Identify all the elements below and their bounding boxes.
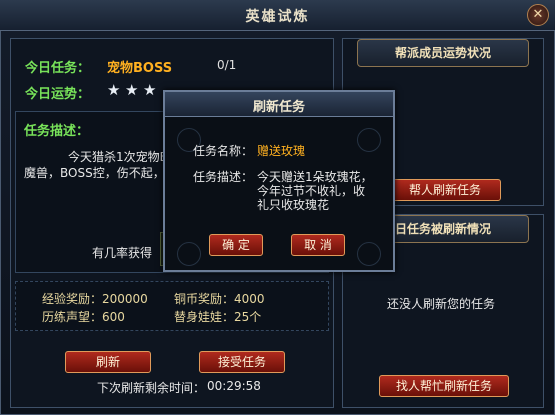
task-desc-label: 任务描述： <box>24 124 90 139</box>
dialog-name-label: 任务名称： <box>193 144 254 158</box>
today-luck-label: 今日运势： <box>25 87 91 102</box>
task-desc-line2: 魔兽，BOSS控，伤不起， <box>24 166 165 180</box>
find-help-button[interactable]: 找人帮忙刷新任务 <box>379 375 509 397</box>
chance-label: 有几率获得 <box>92 246 153 260</box>
star-icon: ★ <box>107 81 121 99</box>
refresh-task-dialog: 刷新任务 任务名称： 赠送玫瑰 任务描述： 今天赠送1朵玫瑰花， 今年过节不收礼… <box>163 90 395 272</box>
refresh-timer-label: 下次刷新剩余时间： <box>97 381 206 395</box>
dialog-title: 刷新任务 <box>252 100 305 115</box>
close-icon[interactable]: ✕ <box>527 4 549 26</box>
dialog-name-value: 赠送玫瑰 <box>257 144 306 158</box>
help-refresh-button[interactable]: 帮人刷新任务 <box>389 179 501 201</box>
star-icon: ★ <box>125 81 139 99</box>
dialog-cancel-button[interactable]: 取 消 <box>291 234 345 256</box>
today-task-label: 今日任务： <box>25 61 91 76</box>
today-task-value: 宠物BOSS <box>107 61 173 76</box>
dialog-header: 刷新任务 <box>165 92 393 117</box>
star-icon: ★ <box>143 81 157 99</box>
accept-task-button[interactable]: 接受任务 <box>199 351 285 373</box>
title-bar: 英雄试炼 ✕ <box>0 0 555 31</box>
window-title: 英雄试炼 <box>245 9 310 25</box>
dialog-desc-line3: 礼只收玫瑰花 <box>257 198 330 212</box>
refresh-button[interactable]: 刷新 <box>65 351 151 373</box>
cloud-ornament-icon <box>357 128 381 152</box>
rewards-box: 经验奖励：200000 铜币奖励：4000 历练声望：600 替身娃娃：25个 <box>15 281 329 331</box>
guild-luck-title: 帮派成员运势状况 <box>357 39 529 67</box>
exp-reward: 经验奖励：200000 <box>42 292 148 306</box>
dialog-ok-button[interactable]: 确 定 <box>209 234 263 256</box>
coin-reward: 铜币奖励：4000 <box>174 292 265 306</box>
fame-reward: 历练声望：600 <box>42 310 125 324</box>
no-refresh-text: 还没人刷新您的任务 <box>387 297 496 311</box>
refresh-timer-value: 00:29:58 <box>207 379 261 393</box>
dialog-desc-label: 任务描述： <box>193 170 254 184</box>
doll-reward: 替身娃娃：25个 <box>174 310 262 324</box>
cloud-ornament-icon <box>357 242 381 266</box>
cloud-ornament-icon <box>177 242 201 266</box>
task-progress: 0/1 <box>217 58 237 72</box>
